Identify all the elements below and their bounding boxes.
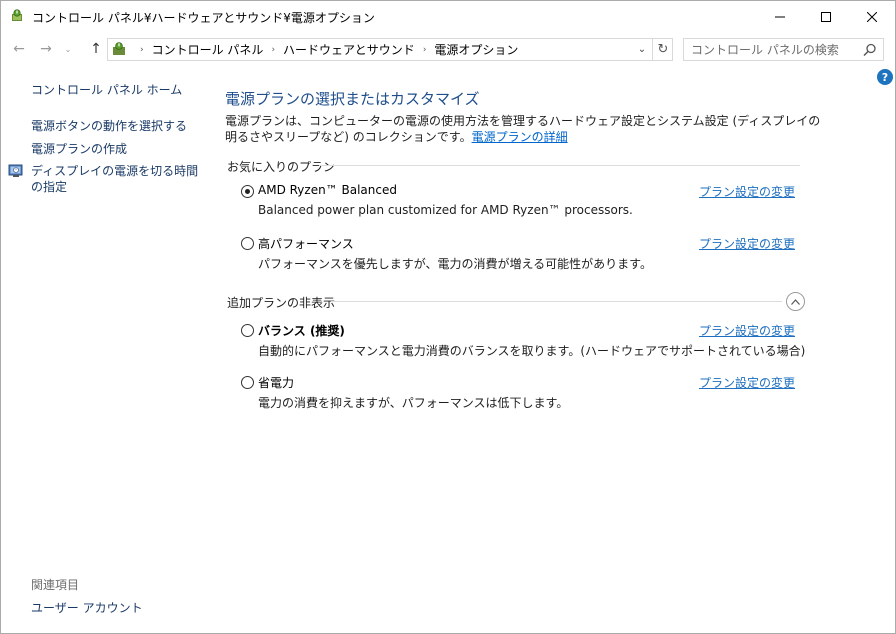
- hidden-plans-header: 追加プランの非表示: [227, 296, 336, 310]
- back-button[interactable]: ←: [10, 40, 28, 58]
- plan-name[interactable]: バランス (推奨): [258, 322, 345, 339]
- hidden-plans-divider: [331, 301, 782, 302]
- plan-name[interactable]: 高パフォーマンス: [258, 235, 354, 252]
- close-icon: [867, 11, 877, 22]
- see-also-header: 関連項目: [31, 578, 80, 592]
- favorites-divider: [319, 165, 800, 166]
- page-description: 電源プランは、コンピューターの電源の使用方法を管理するハードウェア設定とシステム…: [225, 113, 825, 145]
- window-title: コントロール パネル¥ハードウェアとサウンド¥電源オプション: [32, 11, 375, 25]
- maximize-button[interactable]: [803, 1, 849, 32]
- plan-radio-amd-balanced[interactable]: [241, 185, 254, 198]
- breadcrumb-item-hardware-sound[interactable]: ハードウェアとサウンド: [283, 41, 415, 58]
- collapse-hidden-plans-button[interactable]: [786, 292, 805, 311]
- plan-description: 自動的にパフォーマンスと電力消費のバランスを取ります。(ハードウェアでサポートさ…: [258, 344, 806, 358]
- search-input[interactable]: [684, 39, 861, 60]
- power-options-icon: [12, 9, 22, 21]
- plan-description: パフォーマンスを優先しますが、電力の消費が増える可能性があります。: [258, 257, 652, 271]
- minimize-button[interactable]: [757, 1, 803, 32]
- recent-locations-dropdown[interactable]: ⌄: [62, 40, 74, 58]
- sidebar-home-link[interactable]: コントロール パネル ホーム: [31, 81, 182, 98]
- plan-description: Balanced power plan customized for AMD R…: [258, 203, 633, 217]
- sidebar-link-power-buttons[interactable]: 電源ボタンの動作を選択する: [31, 117, 187, 134]
- forward-button[interactable]: →: [37, 40, 55, 58]
- plan-details-link[interactable]: 電源プランの詳細: [472, 130, 568, 144]
- change-plan-settings-link[interactable]: プラン設定の変更: [699, 183, 795, 200]
- close-button[interactable]: [849, 1, 895, 32]
- breadcrumb: › コントロール パネル › ハードウェアとサウンド › 電源オプション: [132, 39, 518, 60]
- window: コントロール パネル¥ハードウェアとサウンド¥電源オプション ← → ⌄ ↑ ›…: [0, 0, 896, 634]
- plan-radio-power-saver[interactable]: [241, 376, 254, 389]
- sidebar-link-display-timeout[interactable]: ディスプレイの電源を切る時間の指定: [31, 163, 201, 195]
- breadcrumb-separator[interactable]: ›: [140, 45, 144, 55]
- chevron-up-icon: [791, 298, 800, 305]
- change-plan-settings-link[interactable]: プラン設定の変更: [699, 322, 795, 339]
- search-icon[interactable]: [862, 42, 878, 58]
- favorites-header: お気に入りのプラン: [227, 160, 336, 174]
- see-also-user-accounts-link[interactable]: ユーザー アカウント: [31, 599, 143, 616]
- page-title: 電源プランの選択またはカスタマイズ: [225, 90, 480, 108]
- search-box[interactable]: [683, 38, 884, 61]
- minimize-icon: [775, 16, 785, 17]
- refresh-button[interactable]: ↻: [652, 39, 673, 60]
- navigation-bar: ← → ⌄ ↑ › コントロール パネル › ハードウェアとサウンド › 電源オ…: [1, 32, 895, 66]
- control-panel-icon: [113, 42, 125, 55]
- help-icon[interactable]: ?: [877, 69, 893, 85]
- plan-name[interactable]: 省電力: [258, 374, 294, 391]
- maximize-icon: [821, 11, 831, 22]
- sidebar-link-create-plan[interactable]: 電源プランの作成: [31, 140, 127, 157]
- change-plan-settings-link[interactable]: プラン設定の変更: [699, 374, 795, 391]
- plan-description: 電力の消費を抑えますが、パフォーマンスは低下します。: [258, 396, 569, 410]
- up-button[interactable]: ↑: [87, 40, 105, 58]
- breadcrumb-separator[interactable]: ›: [271, 45, 275, 55]
- change-plan-settings-link[interactable]: プラン設定の変更: [699, 235, 795, 252]
- breadcrumb-separator[interactable]: ›: [423, 45, 427, 55]
- address-bar[interactable]: › コントロール パネル › ハードウェアとサウンド › 電源オプション ⌄ ↻: [107, 38, 673, 61]
- breadcrumb-item-power-options[interactable]: 電源オプション: [434, 41, 518, 58]
- plan-radio-high-performance[interactable]: [241, 237, 254, 250]
- display-timer-icon: [8, 164, 23, 177]
- plan-radio-balanced[interactable]: [241, 324, 254, 337]
- plan-name[interactable]: AMD Ryzen™ Balanced: [258, 183, 397, 197]
- title-bar: コントロール パネル¥ハードウェアとサウンド¥電源オプション: [1, 1, 895, 32]
- address-history-dropdown[interactable]: ⌄: [634, 39, 650, 60]
- breadcrumb-item-control-panel[interactable]: コントロール パネル: [152, 41, 264, 58]
